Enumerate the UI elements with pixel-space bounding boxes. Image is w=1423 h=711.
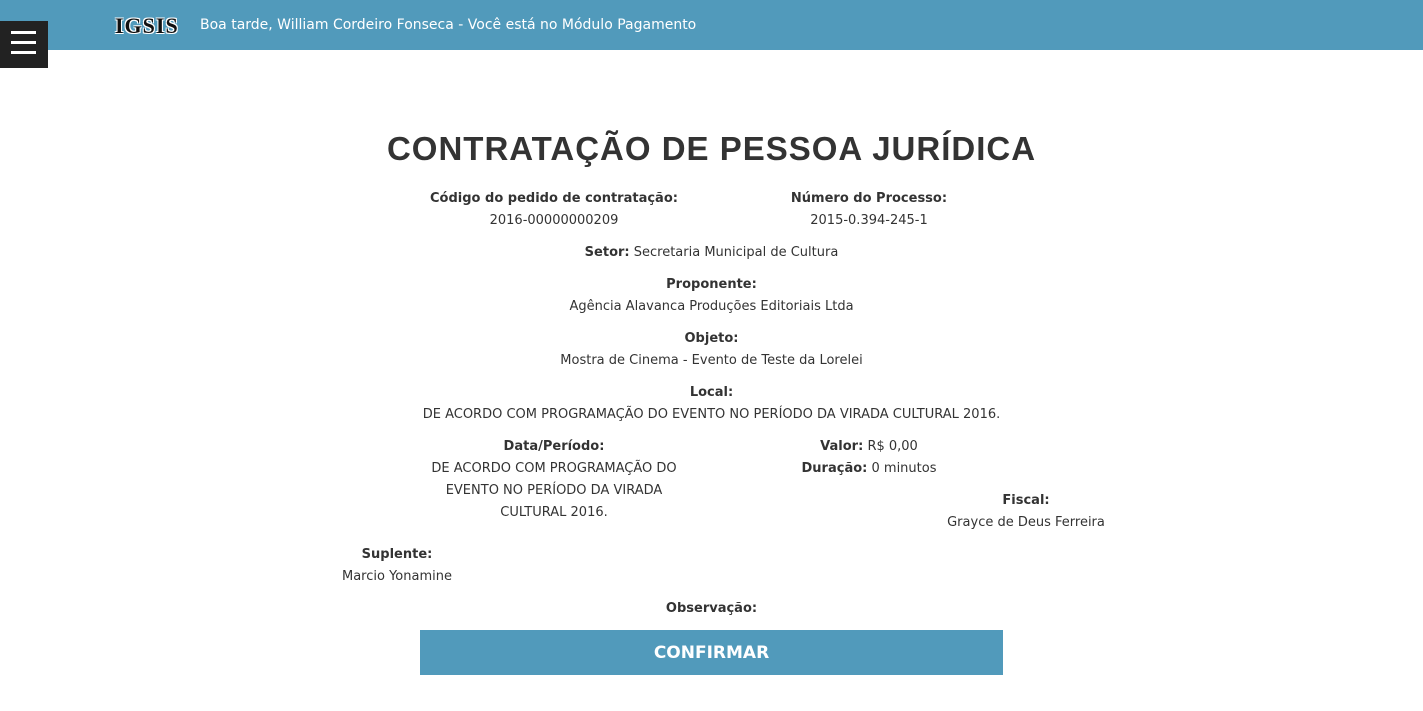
observacao-label: Observação: [665,601,758,616]
setor-field: Setor: Secretaria Municipal de Cultura [0,242,1423,264]
local-value: DE ACORDO COM PROGRAMAÇÃO DO EVENTO NO P… [422,407,1001,422]
codigo-pedido-value: 2016-00000000209 [489,213,619,228]
local-field: Local: DE ACORDO COM PROGRAMAÇÃO DO EVEN… [0,382,1423,426]
suplente-field: Suplente: Marcio Yonamine [297,544,497,588]
data-periodo-field: Data/Período: DE ACORDO COM PROGRAMAÇÃO … [419,436,689,524]
valor-value: R$ 0,00 [867,439,918,454]
confirm-button[interactable]: CONFIRMAR [420,630,1003,675]
data-periodo-label: Data/Período: [503,439,605,454]
duracao-value: 0 minutos [871,461,937,476]
proponente-label: Proponente: [666,277,757,292]
setor-label: Setor: [584,245,630,260]
menu-bar-line [11,31,36,34]
proponente-field: Proponente: Agência Alavanca Produções E… [0,274,1423,318]
local-label: Local: [689,385,734,400]
menu-bar-line [11,41,36,44]
proponente-value: Agência Alavanca Produções Editoriais Lt… [569,299,854,314]
fiscal-label: Fiscal: [1002,493,1050,508]
data-periodo-value: DE ACORDO COM PROGRAMAÇÃO DO EVENTO NO P… [431,461,677,520]
welcome-message: Boa tarde, William Cordeiro Fonseca - Vo… [200,17,697,33]
objeto-field: Objeto: Mostra de Cinema - Evento de Tes… [0,328,1423,372]
menu-bar-line [11,51,36,54]
setor-value: Secretaria Municipal de Cultura [633,245,839,260]
suplente-label: Suplente: [361,547,433,562]
duracao-field: Duração: 0 minutos [719,458,1019,480]
numero-processo-label: Número do Processo: [790,191,948,206]
numero-processo-field: Número do Processo: 2015-0.394-245-1 [719,188,1019,232]
fiscal-value: Grayce de Deus Ferreira [947,515,1105,530]
top-navbar: IGSIS Boa tarde, William Cordeiro Fonsec… [0,0,1423,50]
fiscal-field: Fiscal: Grayce de Deus Ferreira [896,490,1156,534]
codigo-pedido-label: Código do pedido de contratação: [430,191,678,206]
duracao-label: Duração: [801,461,868,476]
observacao-field: Observação: [0,598,1423,620]
suplente-value: Marcio Yonamine [342,569,452,584]
objeto-label: Objeto: [684,331,739,346]
valor-field: Valor: R$ 0,00 [719,436,1019,458]
app-logo[interactable]: IGSIS [115,13,179,39]
objeto-value: Mostra de Cinema - Evento de Teste da Lo… [560,353,863,368]
page-title: CONTRATAÇÃO DE PESSOA JURÍDICA [386,130,1037,167]
valor-label: Valor: [820,439,864,454]
numero-processo-value: 2015-0.394-245-1 [810,213,928,228]
codigo-pedido-field: Código do pedido de contratação: 2016-00… [404,188,704,232]
hamburger-menu-icon[interactable] [0,21,48,68]
